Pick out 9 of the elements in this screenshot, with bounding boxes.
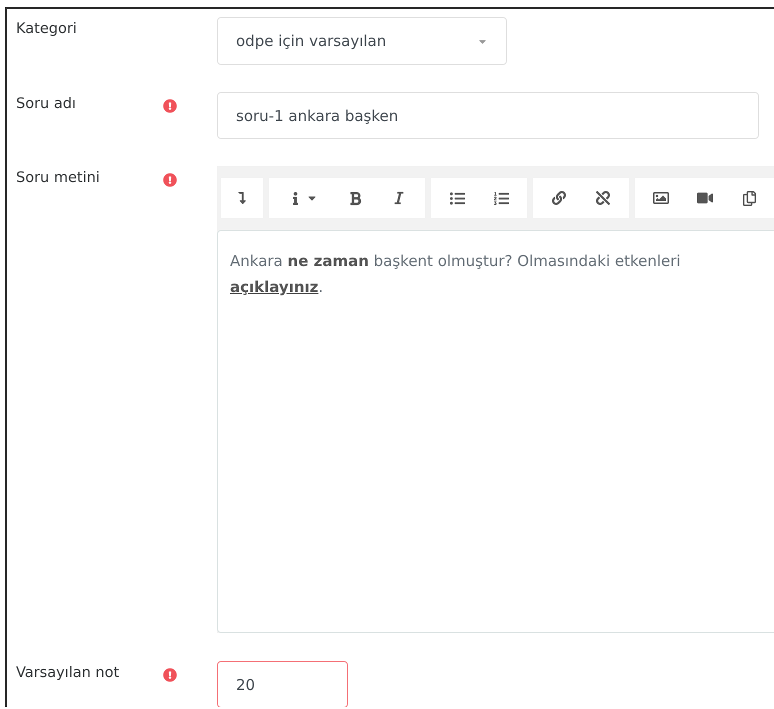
field-label: Kategori (16, 20, 78, 37)
field-label: Soru adı (16, 95, 77, 112)
field-label: Varsayılan not (16, 664, 120, 681)
editor-area[interactable]: Ankara ne zaman başkent olmuştur? Olmasındaki etkenleri açıklayınız. (217, 230, 774, 633)
input-field[interactable]: 20 (217, 661, 348, 707)
input-field[interactable]: soru-1 ankara başken (217, 92, 759, 139)
field-label: Soru metini (16, 169, 101, 186)
question-text: Ankara ne zaman başkent olmuştur? Olmasındaki etkenleri açıklayınız. (230, 251, 682, 298)
category-select[interactable]: odpe için varsayılan (217, 17, 507, 65)
